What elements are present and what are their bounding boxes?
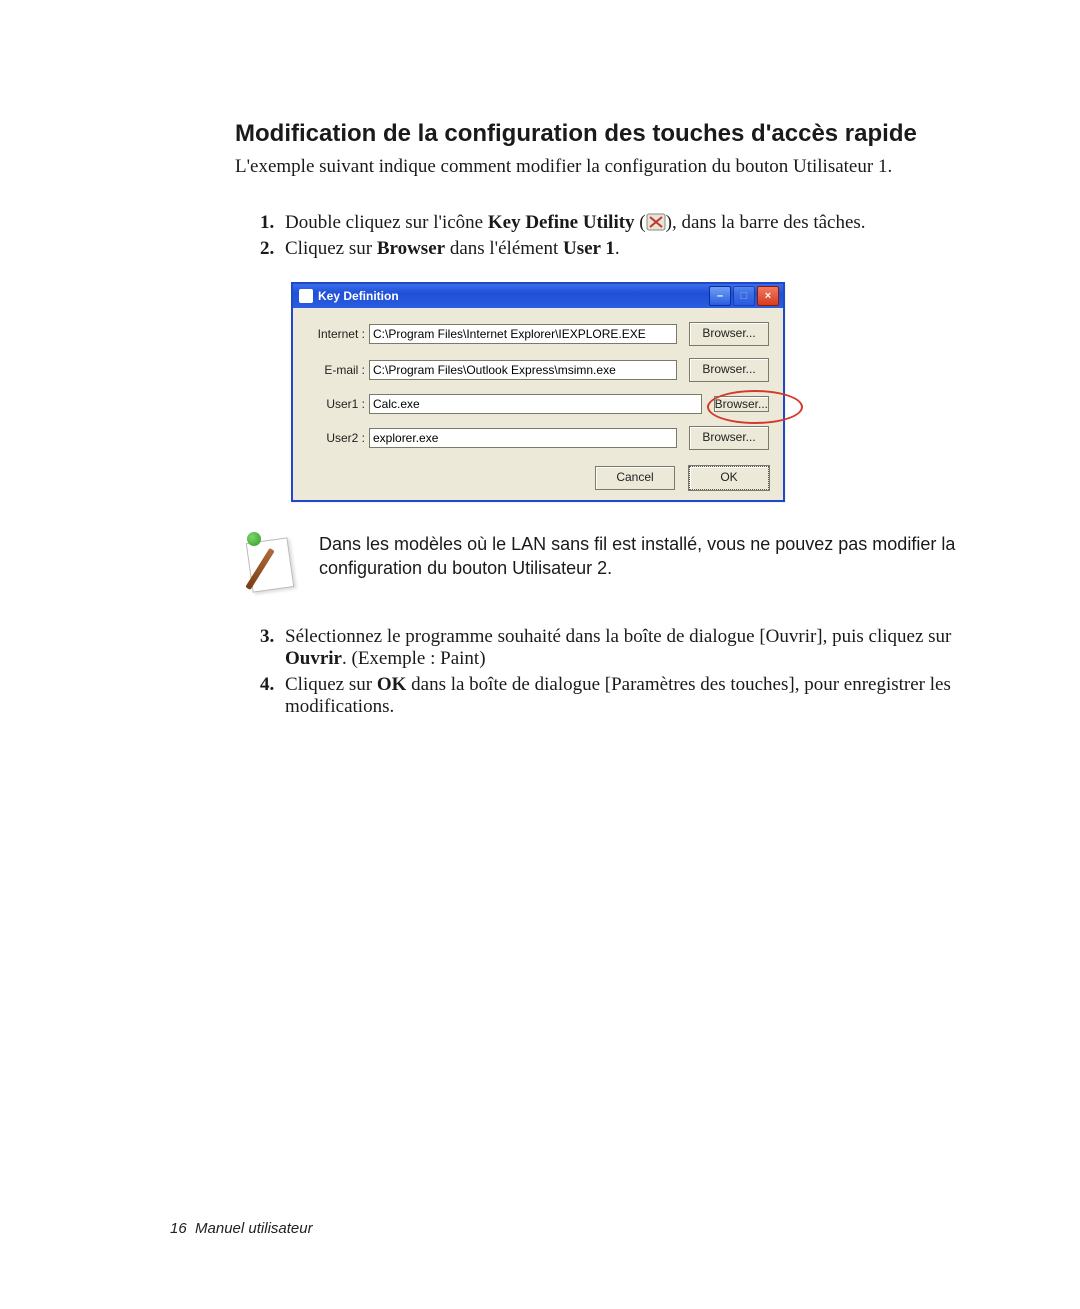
section-heading: Modification de la configuration des tou…: [235, 120, 980, 148]
user1-browser-button[interactable]: Browser...: [714, 396, 769, 412]
dialog-titlebar[interactable]: Key Definition – □ ×: [293, 284, 783, 308]
steps-list-1: Double cliquez sur l'icône Key Define Ut…: [235, 212, 980, 260]
maximize-button[interactable]: □: [733, 286, 755, 306]
steps-list-2: Sélectionnez le programme souhaité dans …: [235, 626, 980, 718]
dialog-body: Internet : Browser... E-mail : Browser..…: [293, 308, 783, 500]
key-definition-dialog: Key Definition – □ × Internet : Browser.…: [291, 282, 785, 502]
label-email: E-mail :: [305, 363, 369, 377]
row-user2: User2 : Browser...: [305, 426, 769, 450]
label-internet: Internet :: [305, 327, 369, 341]
step-4: Cliquez sur OK dans la boîte de dialogue…: [279, 674, 980, 718]
app-icon: [299, 289, 313, 303]
note-icon: [243, 532, 295, 590]
cancel-button[interactable]: Cancel: [595, 466, 675, 490]
row-user1: User1 : Browser...: [305, 394, 769, 414]
label-user2: User2 :: [305, 431, 369, 445]
key-define-utility-icon: [646, 213, 666, 231]
label-user1: User1 :: [305, 397, 369, 411]
step-2: Cliquez sur Browser dans l'élément User …: [279, 238, 980, 260]
step-3: Sélectionnez le programme souhaité dans …: [279, 626, 980, 670]
row-internet: Internet : Browser...: [305, 322, 769, 346]
page-footer: 16 Manuel utilisateur: [170, 1220, 313, 1237]
document-page: Modification de la configuration des tou…: [0, 0, 1080, 1309]
highlight-ring: Browser...: [714, 394, 769, 414]
close-button[interactable]: ×: [757, 286, 779, 306]
intro-paragraph: L'exemple suivant indique comment modifi…: [235, 156, 980, 178]
internet-path-input[interactable]: [369, 324, 677, 344]
footer-text: Manuel utilisateur: [195, 1220, 313, 1237]
row-email: E-mail : Browser...: [305, 358, 769, 382]
dialog-title: Key Definition: [318, 289, 707, 303]
user2-path-input[interactable]: [369, 428, 677, 448]
note-block: Dans les modèles où le LAN sans fil est …: [243, 532, 980, 590]
user2-browser-button[interactable]: Browser...: [689, 426, 769, 450]
footer-page-number: 16: [170, 1220, 187, 1237]
key-definition-dialog-figure: Key Definition – □ × Internet : Browser.…: [291, 282, 980, 502]
email-path-input[interactable]: [369, 360, 677, 380]
note-text: Dans les modèles où le LAN sans fil est …: [319, 532, 980, 581]
step-1: Double cliquez sur l'icône Key Define Ut…: [279, 212, 980, 234]
ok-button[interactable]: OK: [689, 466, 769, 490]
email-browser-button[interactable]: Browser...: [689, 358, 769, 382]
dialog-button-row: Cancel OK: [305, 466, 769, 490]
internet-browser-button[interactable]: Browser...: [689, 322, 769, 346]
minimize-button[interactable]: –: [709, 286, 731, 306]
user1-path-input[interactable]: [369, 394, 702, 414]
